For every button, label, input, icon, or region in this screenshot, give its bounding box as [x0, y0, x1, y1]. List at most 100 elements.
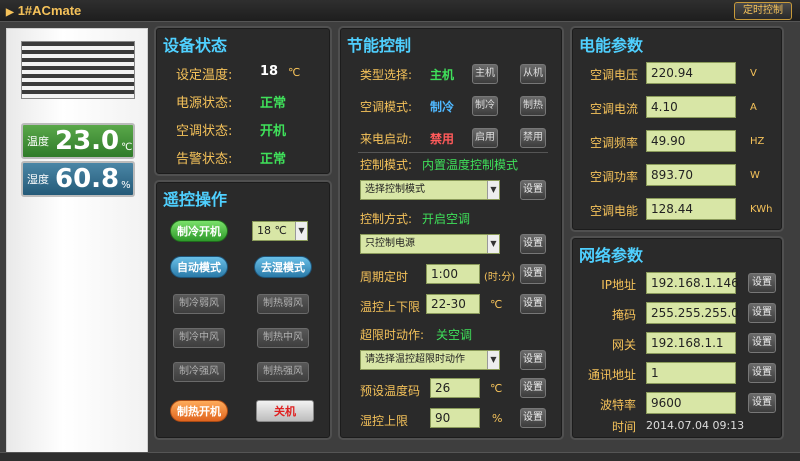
subnet-mask-label: 掩码: [611, 308, 636, 322]
voltage-value: 220.94: [646, 62, 736, 84]
current-label: 空调电流: [590, 102, 639, 116]
control-mode-value: 内置温度控制模式: [422, 158, 519, 172]
control-way-value: 开启空调: [422, 212, 471, 226]
dehumid-mode-button[interactable]: 去湿模式: [254, 256, 312, 278]
preset-temp-code-label: 预设温度码: [360, 384, 421, 398]
slave-button[interactable]: 从机: [520, 64, 546, 84]
baud-rate-set-button[interactable]: 设置: [748, 393, 776, 413]
gateway-set-button[interactable]: 设置: [748, 333, 776, 353]
cool-low-fan-button[interactable]: 制冷弱风: [173, 294, 225, 314]
temperature-select-value: 18 ℃: [257, 224, 287, 237]
cool-mode-button[interactable]: 制冷: [472, 96, 498, 116]
period-timer-label: 周期定时: [360, 270, 409, 284]
status-value: 开机: [260, 124, 287, 139]
device-status-panel: 设备状态 设定温度: 18 ℃ 电源状态: 正常 空调状态: 开机 告警状态: …: [154, 26, 332, 176]
period-timer-set-button[interactable]: 设置: [520, 264, 546, 284]
app-title: ▶ 1#ACmate: [6, 3, 81, 18]
energy-value: 128.44: [646, 198, 736, 220]
preset-temp-code-set-button[interactable]: 设置: [520, 378, 546, 398]
ip-address-set-button[interactable]: 设置: [748, 273, 776, 293]
disable-button[interactable]: 禁用: [520, 128, 546, 148]
status-label: 空调状态:: [176, 124, 233, 139]
cool-mid-fan-button[interactable]: 制冷中风: [173, 328, 225, 348]
control-mode-select-value: 选择控制模式: [365, 184, 425, 195]
energy-unit: KWh: [750, 204, 773, 215]
cool-on-button[interactable]: 制冷开机: [170, 220, 228, 242]
temp-range-input[interactable]: 22-30: [426, 294, 480, 314]
comm-address-input[interactable]: 1: [646, 362, 736, 384]
frequency-label: 空调频率: [590, 136, 639, 150]
play-triangle-icon: ▶: [6, 7, 14, 18]
subnet-mask-set-button[interactable]: 设置: [748, 303, 776, 323]
power-value: 893.70: [646, 164, 736, 186]
status-row-alarm: 告警状态: 正常: [156, 148, 330, 168]
energy-control-panel: 节能控制 类型选择: 主机 主机 从机 空调模式: 制冷 制冷 制热 来电启动:…: [338, 26, 564, 440]
temp-range-set-button[interactable]: 设置: [520, 294, 546, 314]
control-way-label: 控制方式:: [360, 212, 413, 226]
heat-low-fan-button[interactable]: 制热弱风: [257, 294, 309, 314]
power-off-button[interactable]: 关机: [256, 400, 314, 422]
status-value: 正常: [260, 96, 287, 111]
status-label: 设定温度:: [176, 68, 233, 83]
baud-rate-input[interactable]: 9600: [646, 392, 736, 414]
chevron-down-icon: ▼: [487, 351, 499, 369]
power-unit: W: [750, 170, 760, 181]
power-params-title: 电能参数: [579, 36, 644, 55]
comm-address-label: 通讯地址: [587, 368, 636, 382]
auto-mode-button[interactable]: 自动模式: [170, 256, 228, 278]
humidity-limit-set-button[interactable]: 设置: [520, 408, 546, 428]
overlimit-action-value: 关空调: [436, 328, 473, 342]
period-timer-input[interactable]: 1:00: [426, 264, 480, 284]
control-way-set-button[interactable]: 设置: [520, 234, 546, 254]
heat-on-button[interactable]: 制热开机: [170, 400, 228, 422]
ip-address-label: IP地址: [601, 278, 636, 292]
overlimit-action-select-value: 请选择温控超限时动作: [365, 354, 465, 365]
overlimit-action-set-button[interactable]: 设置: [520, 350, 546, 370]
status-row-power: 电源状态: 正常: [156, 92, 330, 112]
control-mode-label: 控制模式:: [360, 158, 413, 172]
time-value: 2014.07.04 09:13: [646, 419, 745, 432]
preset-temp-code-unit: ℃: [490, 382, 503, 395]
master-button[interactable]: 主机: [472, 64, 498, 84]
preset-temp-code-input[interactable]: 26: [430, 378, 480, 398]
humidity-limit-input[interactable]: 90: [430, 408, 480, 428]
humidity-label: 湿度: [27, 173, 49, 186]
ip-address-input[interactable]: 192.168.1.146: [646, 272, 739, 294]
overlimit-action-select[interactable]: 请选择温控超限时动作 ▼: [360, 350, 500, 370]
remote-control-panel: 遥控操作 制冷开机 18 ℃ ▼ 自动模式 去湿模式 制冷弱风 制热弱风 制冷中…: [154, 180, 332, 440]
subnet-mask-input[interactable]: 255.255.255.0: [646, 302, 739, 324]
enable-button[interactable]: 启用: [472, 128, 498, 148]
power-label: 空调功率: [590, 170, 639, 184]
current-value: 4.10: [646, 96, 736, 118]
control-mode-select[interactable]: 选择控制模式 ▼: [360, 180, 500, 200]
ac-unit-image: 温度 23.0 ℃ 湿度 60.8 %: [6, 28, 148, 460]
energy-label: 空调电能: [590, 204, 639, 218]
control-mode-set-button[interactable]: 设置: [520, 180, 546, 200]
frequency-value: 49.90: [646, 130, 736, 152]
gateway-label: 网关: [611, 338, 636, 352]
network-params-title: 网络参数: [579, 246, 644, 265]
power-on-start-label: 来电启动:: [360, 132, 413, 146]
ac-mode-value: 制冷: [430, 100, 455, 114]
temperature-select[interactable]: 18 ℃ ▼: [252, 221, 308, 241]
humidity-display: 湿度 60.8 %: [21, 161, 135, 197]
humidity-limit-label: 湿控上限: [360, 414, 409, 428]
ac-vent-grille: [21, 41, 135, 99]
temperature-unit: ℃: [121, 141, 133, 153]
status-unit: ℃: [288, 66, 301, 79]
comm-address-set-button[interactable]: 设置: [748, 363, 776, 383]
bottom-bar: [0, 452, 800, 461]
temperature-display: 温度 23.0 ℃: [21, 123, 135, 159]
remote-control-title: 遥控操作: [163, 190, 228, 209]
timer-control-button[interactable]: 定时控制: [734, 2, 792, 20]
gateway-input[interactable]: 192.168.1.1: [646, 332, 736, 354]
status-value: 18: [260, 64, 279, 79]
control-way-select[interactable]: 只控制电源 ▼: [360, 234, 500, 254]
ac-mode-label: 空调模式:: [360, 100, 413, 114]
heat-mid-fan-button[interactable]: 制热中风: [257, 328, 309, 348]
chevron-down-icon: ▼: [295, 222, 307, 240]
heat-mode-button[interactable]: 制热: [520, 96, 546, 116]
divider: [358, 152, 548, 153]
cool-high-fan-button[interactable]: 制冷强风: [173, 362, 225, 382]
heat-high-fan-button[interactable]: 制热强风: [257, 362, 309, 382]
